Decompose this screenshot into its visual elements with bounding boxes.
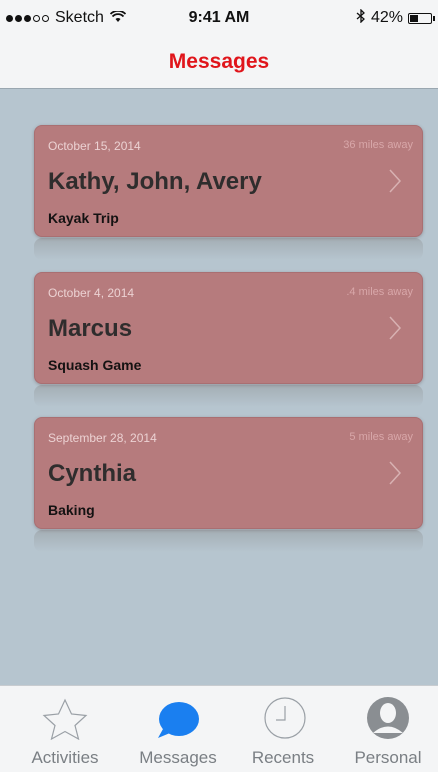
status-bar: Sketch 9:41 AM 42% (0, 0, 438, 38)
tab-label: Activities (31, 748, 99, 767)
carrier-name: Sketch (55, 9, 104, 26)
person-icon (333, 696, 438, 740)
message-participants: Kathy, John, Avery (48, 168, 262, 195)
card-reflection (34, 530, 423, 552)
status-right: 42% (356, 8, 435, 27)
tab-label: Personal (354, 748, 422, 767)
tab-label: Messages (139, 748, 217, 767)
star-icon (10, 696, 120, 741)
page-title: Messages (168, 50, 270, 73)
message-card[interactable]: October 15, 2014 36 miles away Kathy, Jo… (34, 125, 423, 237)
tab-recents[interactable]: Recents (228, 686, 338, 772)
message-list: October 15, 2014 36 miles away Kathy, Jo… (0, 89, 438, 685)
battery-percent: 42% (370, 9, 403, 26)
navigation-bar: Messages (0, 38, 438, 89)
battery-icon (408, 12, 435, 24)
message-card[interactable]: September 28, 2014 5 miles away Cynthia … (34, 417, 423, 529)
message-event: Kayak Trip (48, 210, 119, 226)
card-reflection (34, 385, 423, 407)
clock-icon (228, 696, 338, 740)
signal-strength-icon (6, 14, 49, 22)
tab-personal[interactable]: Personal (333, 686, 438, 772)
message-date: September 28, 2014 (48, 431, 157, 445)
message-distance: 5 miles away (349, 431, 413, 443)
message-date: October 15, 2014 (48, 139, 141, 153)
message-participants: Marcus (48, 315, 133, 342)
tab-messages[interactable]: Messages (123, 686, 233, 772)
message-event: Squash Game (48, 357, 142, 373)
chevron-right-icon (388, 168, 402, 199)
chevron-right-icon (388, 460, 402, 491)
message-distance: 36 miles away (343, 139, 413, 151)
bluetooth-icon (356, 8, 366, 27)
status-left: Sketch (6, 9, 127, 27)
tab-activities[interactable]: Activities (10, 686, 120, 772)
message-event: Baking (48, 502, 95, 518)
wifi-icon (109, 10, 127, 26)
message-card[interactable]: October 4, 2014 .4 miles away Marcus Squ… (34, 272, 423, 384)
chevron-right-icon (388, 315, 402, 346)
message-distance: .4 miles away (346, 286, 413, 298)
chat-bubble-icon (123, 696, 233, 740)
tab-bar: Activities Messages Recents Personal (0, 685, 438, 772)
message-date: October 4, 2014 (48, 286, 135, 300)
tab-label: Recents (251, 748, 315, 767)
message-participants: Cynthia (48, 460, 137, 487)
card-reflection (34, 238, 423, 260)
